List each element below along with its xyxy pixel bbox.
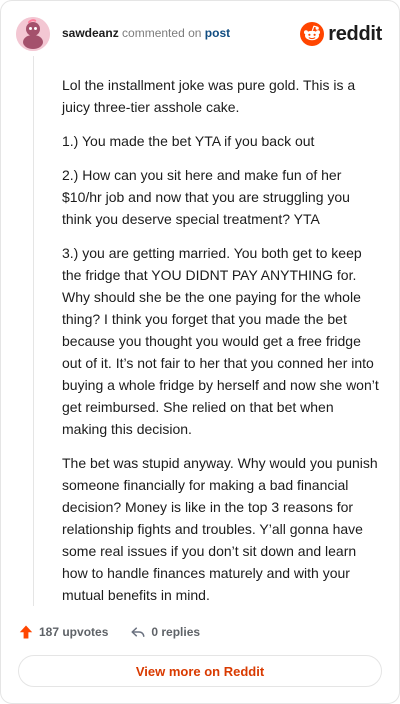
commented-on-text: commented on xyxy=(122,26,202,40)
upvote-control[interactable]: 187 upvotes xyxy=(18,624,108,640)
reddit-wordmark: reddit xyxy=(328,23,382,45)
comment-paragraph-3: 2.) How can you sit here and make fun of… xyxy=(62,167,350,227)
comment-meta: sawdeanz commented on post xyxy=(62,26,230,40)
embedded-comment-card: sawdeanz commented on post reddit Lol th… xyxy=(0,0,400,704)
reply-control[interactable]: 0 replies xyxy=(130,624,200,640)
upvote-count: 187 upvotes xyxy=(39,625,109,639)
username[interactable]: sawdeanz xyxy=(62,26,119,40)
upvote-arrow-icon[interactable] xyxy=(18,624,34,640)
comment-paragraph-5: The bet was stupid anyway. Why would you… xyxy=(62,455,378,603)
comment-header: sawdeanz commented on post reddit xyxy=(16,17,384,51)
thread-line xyxy=(33,56,34,606)
comment-footer: 187 upvotes 0 replies xyxy=(18,621,382,643)
comment-body: Lol the installment joke was pure gold. … xyxy=(62,74,382,618)
reddit-brand[interactable]: reddit xyxy=(300,21,382,47)
comment-paragraph-1: Lol the installment joke was pure gold. … xyxy=(62,77,356,115)
comment-paragraph-2: 1.) You made the bet YTA if you back out xyxy=(62,133,315,149)
post-link[interactable]: post xyxy=(205,26,230,40)
reply-count: 0 replies xyxy=(151,625,201,639)
reply-arrow-icon[interactable] xyxy=(130,624,146,640)
view-more-on-reddit-button[interactable]: View more on Reddit xyxy=(18,655,382,687)
avatar[interactable] xyxy=(16,17,50,51)
reddit-logo-icon xyxy=(300,22,325,46)
comment-paragraph-4: 3.) you are getting married. You both ge… xyxy=(62,245,379,437)
